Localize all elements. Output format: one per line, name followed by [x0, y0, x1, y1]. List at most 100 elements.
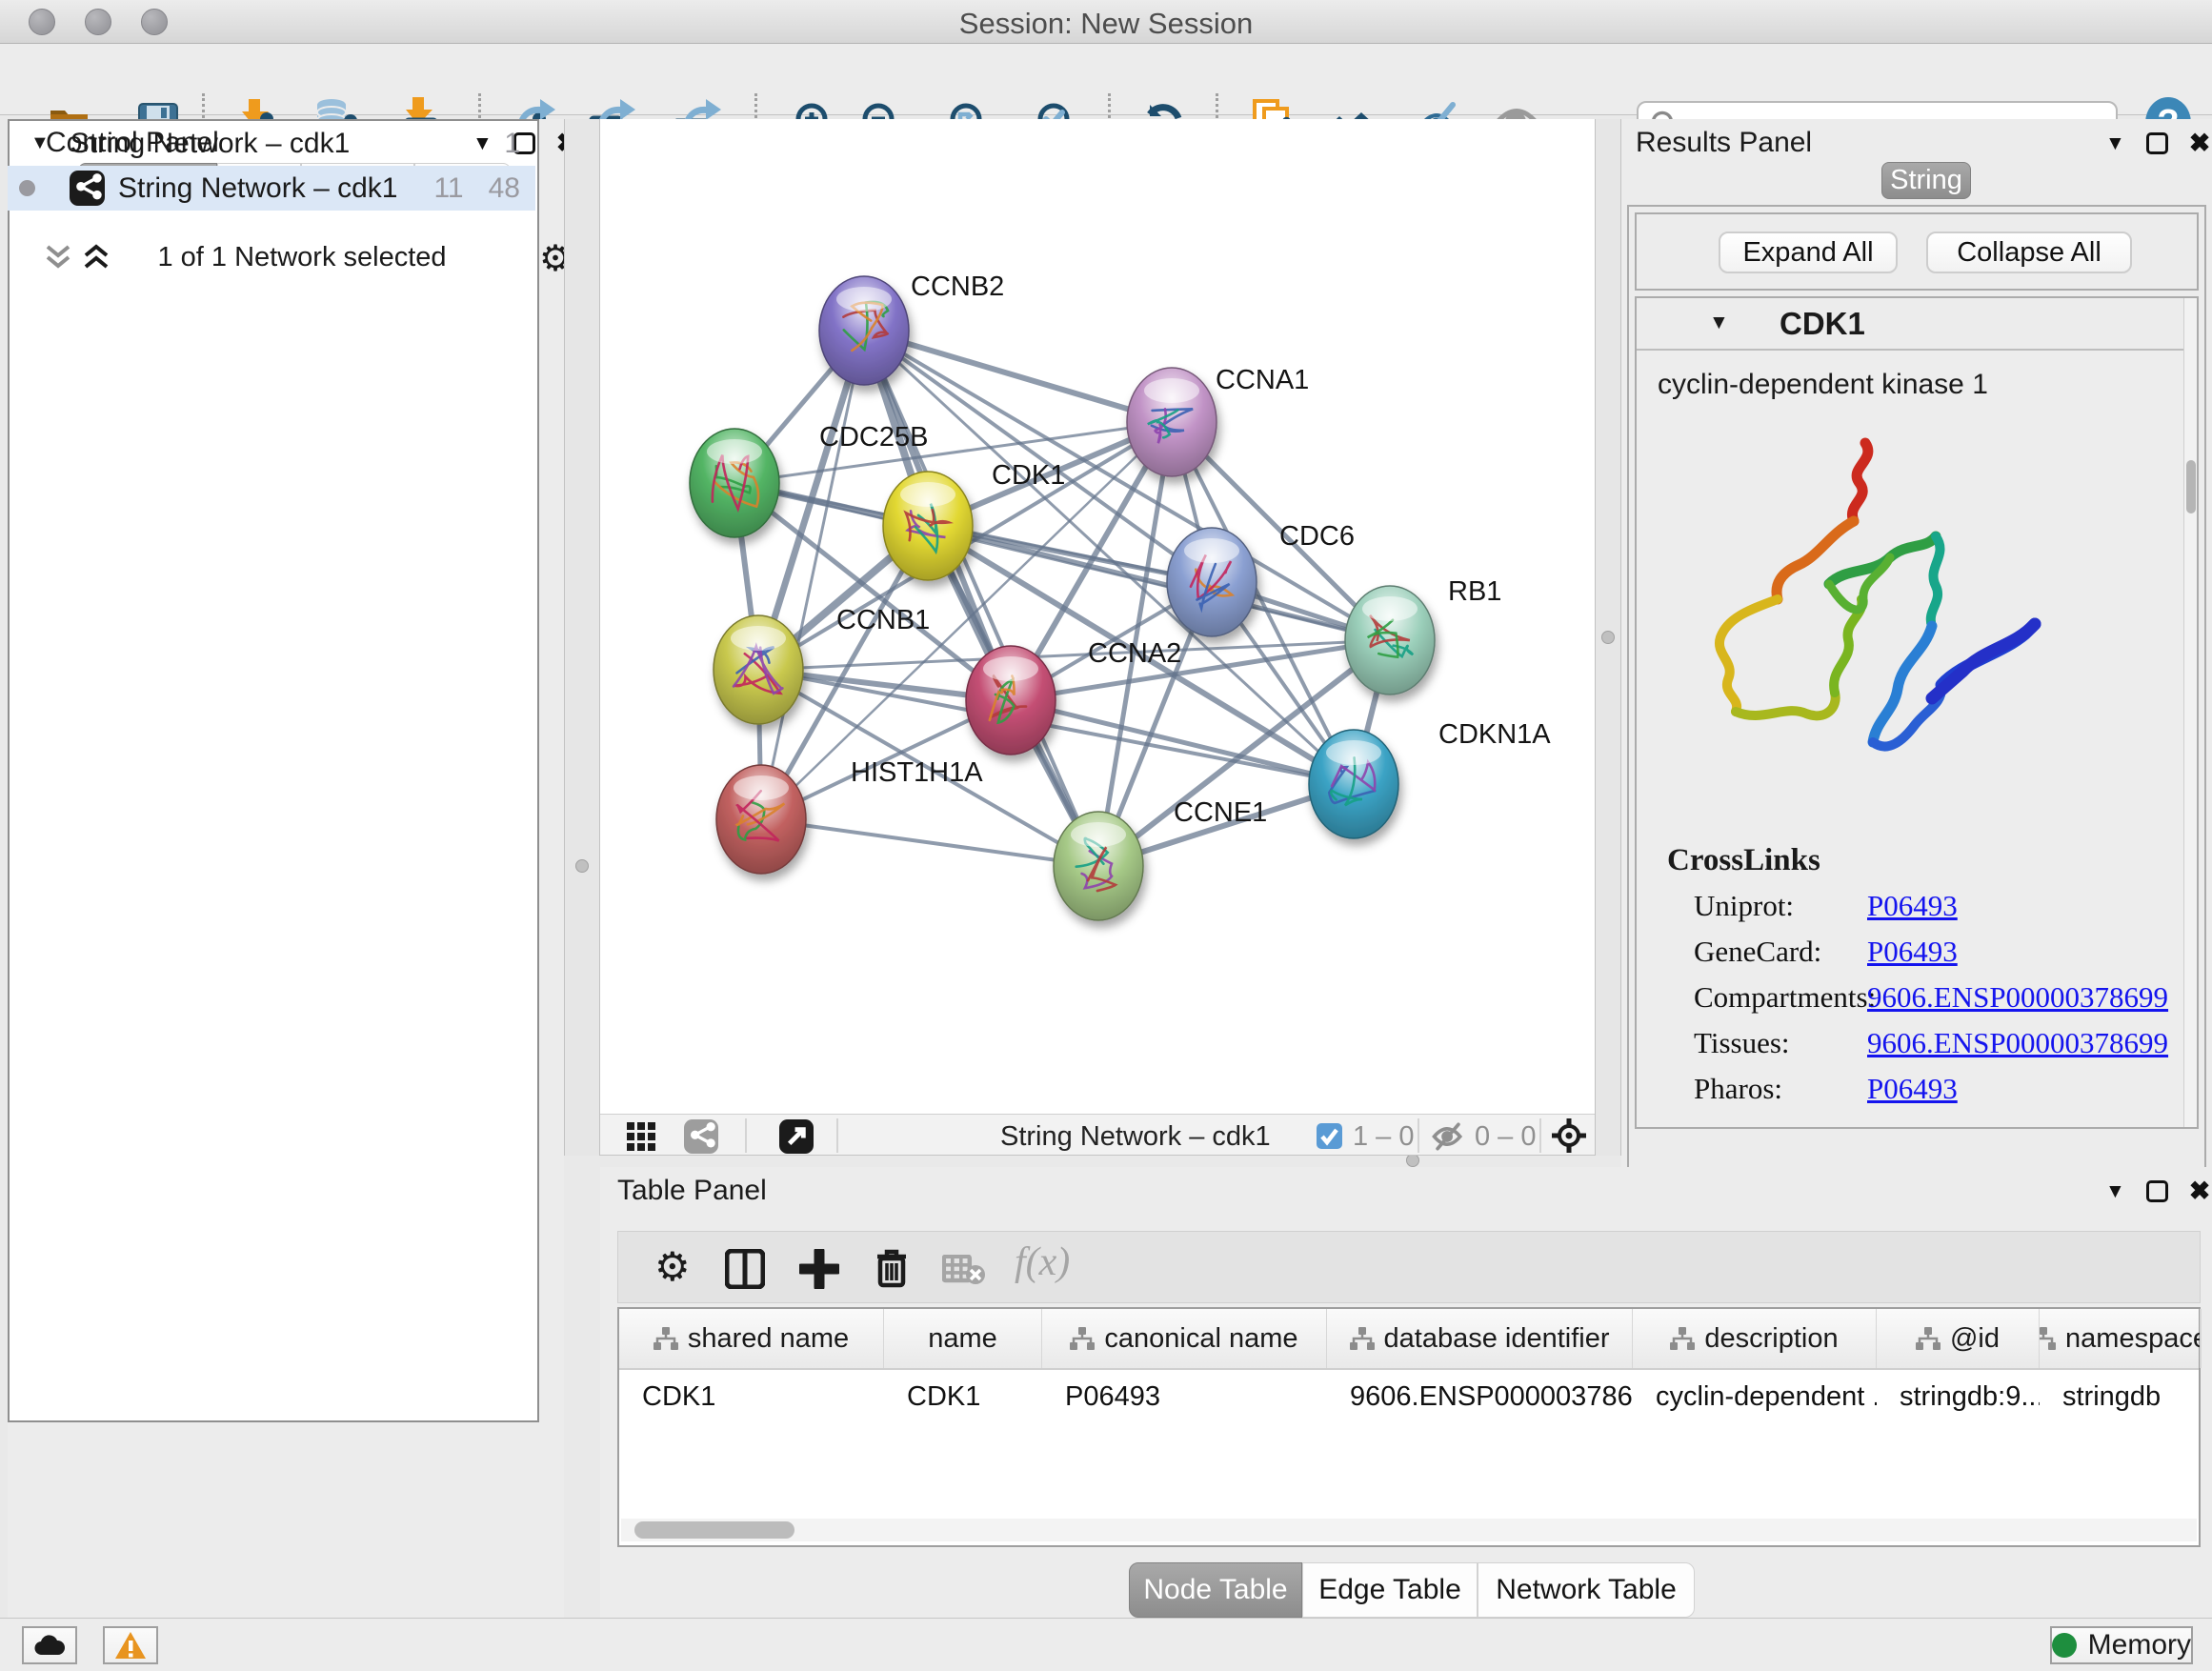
- network-node-count: 11: [433, 172, 463, 205]
- protein-structure-image: [1686, 422, 2067, 803]
- panel-menu-icon[interactable]: ▼: [2105, 132, 2125, 155]
- right-splitter[interactable]: [1595, 119, 1621, 1156]
- node-CCNE1[interactable]: [1054, 812, 1143, 920]
- close-panel-icon[interactable]: ✖: [2189, 1177, 2211, 1206]
- main-toolbar: ?: [0, 44, 2212, 115]
- panel-menu-icon[interactable]: ▼: [2105, 1180, 2125, 1203]
- app-window: Session: New Session: [0, 0, 2212, 1671]
- delete-trash-icon[interactable]: [872, 1247, 912, 1289]
- table-cell[interactable]: CDK1: [619, 1370, 884, 1413]
- node-RB1[interactable]: [1345, 586, 1435, 695]
- hidden-eye-slash-icon[interactable]: [1429, 1122, 1467, 1151]
- edge-CCNB2-CCNA1[interactable]: [864, 331, 1172, 422]
- network-canvas[interactable]: CCNB2CCNA1CDC25BCDK1CDC6RB1CCNB1CCNA2CDK…: [600, 119, 1595, 1114]
- node-CDKN1A[interactable]: [1309, 730, 1398, 838]
- node-CDC6[interactable]: [1167, 528, 1257, 636]
- protein-name: CDK1: [1780, 306, 1865, 342]
- gear-icon[interactable]: ⚙: [654, 1243, 691, 1290]
- column-header-name[interactable]: name: [884, 1309, 1042, 1368]
- cloud-button[interactable]: [22, 1626, 77, 1664]
- crosslink-tissues-link[interactable]: 9606.ENSP00000378699: [1867, 1026, 2168, 1060]
- node-CCNA1[interactable]: [1127, 368, 1217, 476]
- table-cell[interactable]: P06493: [1042, 1370, 1327, 1413]
- edge-HIST1H1A-CCNE1[interactable]: [761, 819, 1098, 866]
- scrollbar-thumb[interactable]: [634, 1521, 794, 1539]
- node-CCNB2[interactable]: [819, 276, 909, 385]
- memory-button[interactable]: Memory: [2050, 1626, 2193, 1664]
- float-panel-icon[interactable]: [2146, 1180, 2168, 1202]
- node-label-CCNE1: CCNE1: [1174, 797, 1267, 829]
- column-header-shared-name[interactable]: shared name: [619, 1309, 884, 1368]
- column-header-description[interactable]: description: [1633, 1309, 1877, 1368]
- node-CCNB1[interactable]: [714, 615, 803, 724]
- close-panel-icon[interactable]: ✖: [2189, 129, 2211, 158]
- protein-card: ▼ CDK1 cyclin-dependent kinase 1: [1635, 296, 2199, 1129]
- table-panel-title: Table Panel: [617, 1175, 767, 1207]
- grid-view-icon[interactable]: [627, 1122, 655, 1151]
- tab-network-table[interactable]: Network Table: [1478, 1562, 1695, 1618]
- cloud-icon: [33, 1634, 66, 1657]
- window-title: Session: New Session: [0, 7, 2212, 41]
- splitter-handle-icon[interactable]: [1601, 631, 1615, 644]
- detach-view-icon[interactable]: [779, 1119, 814, 1154]
- crosslink-pharos-link[interactable]: P06493: [1867, 1072, 1958, 1106]
- tab-edge-table[interactable]: Edge Table: [1302, 1562, 1478, 1618]
- birdseye-crosshair-icon[interactable]: [1551, 1117, 1587, 1154]
- node-label-CDC25B: CDC25B: [819, 422, 928, 453]
- expand-all-button[interactable]: Expand All: [1719, 232, 1898, 273]
- crosslink-compartments-link[interactable]: 9606.ENSP00000378699: [1867, 980, 2168, 1015]
- splitter-handle-icon[interactable]: [1406, 1154, 1419, 1167]
- chevron-down-icon[interactable]: ▼: [1709, 312, 1729, 334]
- tab-string[interactable]: String: [1881, 162, 1971, 199]
- column-header-database-identifier[interactable]: database identifier: [1327, 1309, 1633, 1368]
- collapse-all-button[interactable]: Collapse All: [1926, 232, 2132, 273]
- separator: [745, 1118, 747, 1153]
- results-scrollbar[interactable]: [2183, 298, 2197, 1127]
- table-horizontal-scrollbar[interactable]: [621, 1519, 2197, 1541]
- table-cell[interactable]: 9606.ENSP00000378699: [1327, 1370, 1633, 1413]
- table-cell[interactable]: cyclin-dependent ...: [1633, 1370, 1877, 1413]
- float-panel-icon[interactable]: [2146, 132, 2168, 154]
- node-HIST1H1A[interactable]: [716, 765, 806, 874]
- table-cell[interactable]: stringdb: [2040, 1370, 2201, 1413]
- warnings-button[interactable]: [103, 1626, 158, 1664]
- node-CDK1[interactable]: [883, 472, 973, 580]
- separator: [836, 1118, 838, 1153]
- crosslink-label: Tissues:: [1694, 1026, 1790, 1060]
- table-row[interactable]: CDK1CDK1P064939606.ENSP00000378699cyclin…: [619, 1370, 2199, 1413]
- chevron-down-icon[interactable]: ▼: [30, 132, 50, 154]
- columns-icon[interactable]: [725, 1249, 765, 1289]
- table-cell[interactable]: CDK1: [884, 1370, 1042, 1413]
- delete-table-icon[interactable]: [942, 1255, 986, 1285]
- network-graph[interactable]: [600, 119, 1595, 1114]
- column-header--id[interactable]: @id: [1877, 1309, 2040, 1368]
- table-body[interactable]: CDK1CDK1P064939606.ENSP00000378699cyclin…: [619, 1370, 2199, 1413]
- selected-count: 1 – 0: [1353, 1121, 1415, 1153]
- left-splitter[interactable]: [564, 119, 600, 1156]
- node-label-CCNA1: CCNA1: [1216, 365, 1309, 396]
- results-button-bar: Expand All Collapse All: [1635, 212, 2199, 291]
- warning-icon: [114, 1631, 147, 1660]
- memory-status-icon: [2052, 1633, 2077, 1658]
- tab-node-table[interactable]: Node Table: [1129, 1562, 1302, 1618]
- function-builder-icon[interactable]: f(x): [1015, 1239, 1070, 1285]
- network-view-title: String Network – cdk1: [1000, 1121, 1271, 1153]
- table-header-row[interactable]: shared namenamecanonical namedatabase id…: [619, 1309, 2199, 1370]
- table-cell[interactable]: stringdb:9...: [1877, 1370, 2040, 1413]
- node-CCNA2[interactable]: [966, 646, 1056, 755]
- crosslink-uniprot-link[interactable]: P06493: [1867, 889, 1958, 923]
- add-column-icon[interactable]: [799, 1249, 839, 1289]
- tree-row-collection[interactable]: ▼ String Network – cdk1 1: [8, 121, 535, 166]
- splitter-handle-icon[interactable]: [575, 859, 589, 873]
- scrollbar-thumb[interactable]: [2186, 460, 2196, 513]
- hierarchy-icon: [1670, 1327, 1695, 1350]
- tree-row-network[interactable]: String Network – cdk1 11 48: [8, 166, 535, 211]
- crosslink-genecard-link[interactable]: P06493: [1867, 935, 1958, 969]
- collection-count: 1: [504, 128, 520, 160]
- column-header-canonical-name[interactable]: canonical name: [1042, 1309, 1327, 1368]
- network-view-icon[interactable]: [684, 1119, 718, 1154]
- node-CDC25B[interactable]: [690, 429, 779, 537]
- selected-checkbox-icon[interactable]: [1317, 1123, 1342, 1149]
- results-panel: Results Panel ▼ ✖ String Expand All Coll…: [1621, 119, 2212, 1167]
- column-header-namespace[interactable]: namespace: [2040, 1309, 2201, 1368]
